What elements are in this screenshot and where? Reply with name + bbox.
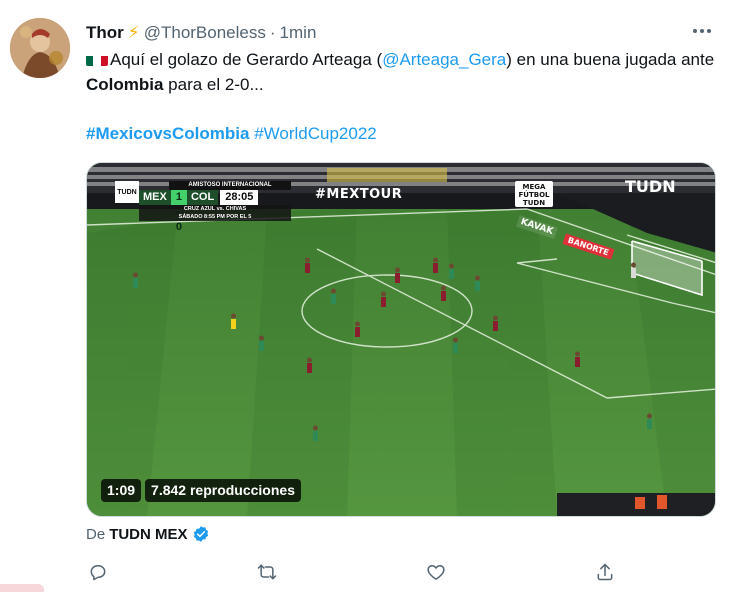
tweet-text: Aquí el golazo de Gerardo Arteaga (@Arte… bbox=[86, 47, 726, 97]
avatar-image bbox=[10, 18, 70, 78]
mention-link[interactable]: @Arteaga_Gera bbox=[382, 50, 506, 69]
hashtags: #MexicovsColombia #WorldCup2022 bbox=[86, 121, 377, 146]
video-views: 7.842 reproducciones bbox=[145, 479, 301, 502]
match-clock: 28:05 bbox=[220, 190, 259, 205]
mega-futbol-board: MEGA FÚTBOL TUDN bbox=[515, 181, 553, 207]
hashtag-worldcup2022[interactable]: #WorldCup2022 bbox=[254, 124, 377, 143]
competition-label: AMISTOSO INTERNACIONAL bbox=[169, 181, 291, 190]
avatar[interactable] bbox=[10, 18, 70, 78]
tweet-actions bbox=[86, 560, 646, 584]
lightning-bolt-icon: ⚡ bbox=[127, 23, 140, 42]
like-icon[interactable] bbox=[424, 560, 448, 584]
player bbox=[133, 272, 138, 288]
home-team: MEX bbox=[139, 190, 171, 205]
tweet-header: Thor ⚡ @ThorBoneless · 1min bbox=[86, 22, 316, 44]
separator-dot: · bbox=[269, 23, 276, 42]
timestamp[interactable]: 1min bbox=[280, 23, 317, 43]
display-name[interactable]: Thor bbox=[86, 23, 124, 43]
corner-indicator bbox=[0, 584, 44, 592]
retweet-icon[interactable] bbox=[255, 560, 279, 584]
video-source: De TUDN MEX bbox=[86, 524, 210, 544]
mexico-flag-icon bbox=[86, 52, 108, 66]
away-team: COL bbox=[186, 190, 219, 205]
source-prefix: De bbox=[86, 525, 106, 543]
reply-icon[interactable] bbox=[86, 560, 110, 584]
source-account[interactable]: TUDN MEX bbox=[109, 526, 187, 543]
tudn-logo: TUDN bbox=[115, 181, 139, 203]
hashtag-mexicovscolombia[interactable]: #MexicovsColombia bbox=[86, 124, 249, 143]
tweet-text-part2: ) en una buena jugada ante bbox=[506, 50, 715, 69]
video-duration: 1:09 bbox=[101, 479, 142, 502]
mextour-board: #MEXTOUR bbox=[315, 187, 403, 202]
tweet-text-bold: Colombia bbox=[86, 75, 164, 94]
score-row: MEX 1 - 0 COL 28:05 bbox=[139, 190, 259, 233]
video-overlay: 1:09 7.842 reproducciones bbox=[101, 479, 301, 502]
user-handle[interactable]: @ThorBoneless bbox=[144, 23, 266, 43]
promo-line-1: CRUZ AZUL vs. CHIVAS bbox=[183, 206, 247, 212]
video-player[interactable]: TUDN AMISTOSO INTERNACIONAL MEX 1 - 0 CO… bbox=[86, 162, 716, 517]
tweet-text-part1: Aquí el golazo de Gerardo Arteaga ( bbox=[110, 50, 383, 69]
tudn-board: TUDN bbox=[625, 177, 676, 196]
match-score: 1 - 0 bbox=[170, 190, 187, 233]
verified-badge-icon bbox=[192, 525, 210, 543]
more-horizontal-icon[interactable] bbox=[689, 18, 715, 44]
tweet-text-part3: para el 2-0... bbox=[163, 75, 264, 94]
promo-text: CRUZ AZUL vs. CHIVAS SÁBADO 8:55 PM POR … bbox=[139, 205, 291, 221]
promo-line-2: SÁBADO 8:55 PM POR EL 5 bbox=[178, 214, 252, 220]
tweet[interactable]: Thor ⚡ @ThorBoneless · 1min Aquí el gola… bbox=[0, 0, 735, 592]
share-icon[interactable] bbox=[593, 560, 617, 584]
